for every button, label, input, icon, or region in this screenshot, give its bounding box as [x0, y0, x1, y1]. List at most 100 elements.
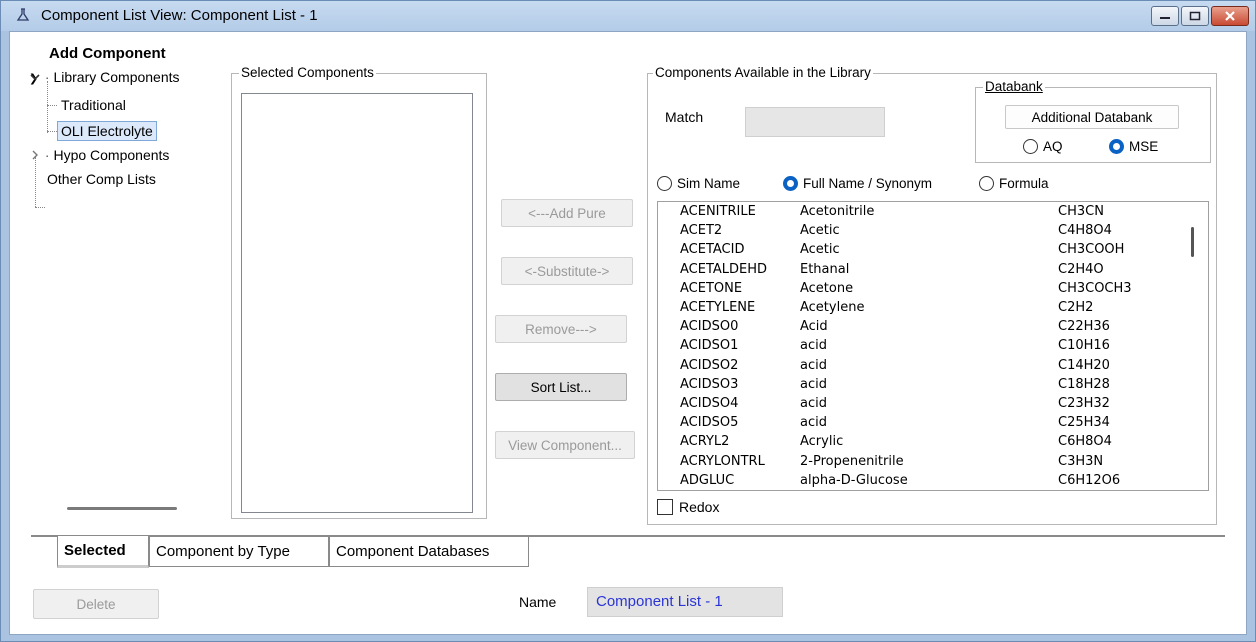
- tree-item-other-comp-lists[interactable]: Other Comp Lists: [47, 169, 156, 189]
- list-item[interactable]: ACRYLONTRL 2-Propenenitrile C3H3N: [658, 452, 1188, 471]
- list-item[interactable]: ACETACID Acetic CH3COOH: [658, 240, 1188, 259]
- list-item[interactable]: ACET2 Acetic C4H8O4: [658, 221, 1188, 240]
- sim-name-label: Sim Name: [677, 176, 741, 191]
- substitute-button[interactable]: <-Substitute->: [501, 257, 633, 285]
- sort-list-button[interactable]: Sort List...: [495, 373, 627, 401]
- radio-off-icon: [979, 176, 994, 191]
- mse-radio-label: MSE: [1129, 139, 1159, 154]
- match-input[interactable]: [745, 107, 885, 137]
- component-name: 2-Propenenitrile: [800, 453, 904, 469]
- tree-item-label: Traditional: [61, 97, 126, 113]
- tab-label: Component Databases: [336, 543, 490, 560]
- component-formula: CH3CN: [1058, 204, 1104, 219]
- component-name: Acetic: [800, 242, 840, 258]
- component-sim: ACETYLENE: [680, 300, 756, 315]
- close-button[interactable]: [1211, 6, 1249, 26]
- list-item[interactable]: ACIDSO1 acid C10H16: [658, 336, 1188, 355]
- component-sim: ACRYLONTRL: [680, 453, 765, 469]
- list-item[interactable]: ACENITRILE Acetonitrile CH3CN: [658, 202, 1188, 221]
- tree-item-hypo-components[interactable]: · Hypo Components: [29, 145, 169, 165]
- minimize-icon: [1160, 17, 1170, 19]
- selected-components-list[interactable]: [241, 93, 473, 513]
- tree-item-oli-electrolyte[interactable]: OLI Electrolyte: [57, 121, 157, 141]
- component-formula: C14H20: [1058, 357, 1110, 373]
- redox-label: Redox: [679, 499, 720, 515]
- tree-item-label: OLI Electrolyte: [61, 123, 153, 139]
- full-name-radio[interactable]: Full Name / Synonym: [783, 176, 932, 191]
- component-sim: ACETACID: [680, 242, 745, 258]
- tab-component-by-type[interactable]: Component by Type: [149, 537, 329, 567]
- chevron-right-icon[interactable]: [29, 149, 41, 161]
- component-formula: CH3COCH3: [1058, 280, 1132, 296]
- maximize-icon: [1189, 11, 1201, 21]
- title-bar[interactable]: Component List View: Component List - 1: [1, 1, 1255, 31]
- tab-label: Component by Type: [156, 543, 290, 560]
- selected-components-legend: Selected Components: [239, 65, 376, 80]
- component-sim: ACIDSO2: [680, 357, 739, 373]
- radio-off-icon: [657, 176, 672, 191]
- component-formula: C6H12O6: [1058, 472, 1121, 488]
- component-name: acid: [800, 415, 827, 431]
- formula-radio[interactable]: Formula: [979, 176, 1049, 191]
- delete-button[interactable]: Delete: [33, 589, 159, 619]
- mse-radio[interactable]: MSE: [1109, 139, 1158, 154]
- component-name: acid: [800, 376, 827, 392]
- component-formula: C10H16: [1058, 338, 1110, 354]
- component-formula: C23H32: [1058, 396, 1110, 411]
- component-name: Ethanal: [800, 261, 850, 277]
- component-list-window: Component List View: Component List - 1 …: [0, 0, 1256, 642]
- horizontal-scrollbar[interactable]: [67, 507, 177, 510]
- component-formula: C18H28: [1058, 376, 1110, 392]
- list-item[interactable]: ACRYL2 Acrylic C6H8O4: [658, 432, 1188, 451]
- name-label: Name: [519, 594, 557, 610]
- maximize-button[interactable]: [1181, 6, 1209, 26]
- tree-item-traditional[interactable]: Traditional: [61, 95, 126, 115]
- component-formula: C25H34: [1058, 415, 1110, 431]
- component-name: acid: [800, 338, 827, 354]
- tree-item-library-row[interactable]: · Library Components: [29, 67, 180, 87]
- tree-item-label: Other Comp Lists: [47, 171, 156, 187]
- component-sim: ADGLUC: [680, 472, 735, 488]
- minimize-button[interactable]: [1151, 6, 1179, 26]
- component-name: acid: [800, 357, 827, 373]
- redox-checkbox[interactable]: Redox: [657, 499, 719, 515]
- list-item[interactable]: ACIDSO5 acid C25H34: [658, 413, 1188, 432]
- tab-label: Selected: [64, 542, 126, 559]
- view-component-button[interactable]: View Component...: [495, 431, 635, 459]
- list-item[interactable]: ACETYLENE Acetylene C2H2: [658, 298, 1188, 317]
- tab-component-databases[interactable]: Component Databases: [329, 537, 529, 567]
- sim-name-radio[interactable]: Sim Name: [657, 176, 740, 191]
- vertical-scrollbar-thumb[interactable]: [1191, 227, 1194, 257]
- name-field[interactable]: Component List - 1: [587, 587, 783, 617]
- add-component-title: Add Component: [49, 45, 166, 62]
- component-name: alpha-D-Glucose: [800, 472, 908, 488]
- add-pure-button[interactable]: <---Add Pure: [501, 199, 633, 227]
- list-item[interactable]: ACIDSO2 acid C14H20: [658, 356, 1188, 375]
- remove-button[interactable]: Remove--->: [495, 315, 627, 343]
- additional-databank-button[interactable]: Additional Databank: [1005, 105, 1179, 129]
- match-label: Match: [665, 109, 704, 125]
- full-name-label: Full Name / Synonym: [803, 176, 933, 191]
- tab-selected[interactable]: Selected: [57, 536, 149, 568]
- component-sim: ACETALDEHD: [680, 261, 768, 277]
- close-icon: [1225, 11, 1235, 21]
- component-formula: C3H3N: [1058, 453, 1104, 469]
- formula-label: Formula: [999, 176, 1049, 191]
- window-title: Component List View: Component List - 1: [41, 7, 318, 24]
- list-item[interactable]: ADGLUC alpha-D-Glucose C6H12O6: [658, 471, 1188, 490]
- list-item[interactable]: ACETONE Acetone CH3COCH3: [658, 279, 1188, 298]
- component-sim: ACIDSO1: [680, 338, 739, 354]
- list-item[interactable]: ACIDSO0 Acid C22H36: [658, 317, 1188, 336]
- list-item[interactable]: ACIDSO4 acid C23H32: [658, 394, 1188, 413]
- component-sim: ACIDSO5: [680, 415, 739, 431]
- component-name: Acetonitrile: [800, 204, 875, 219]
- checkbox-unchecked-icon: [657, 499, 673, 515]
- chevron-down-icon[interactable]: [29, 71, 41, 83]
- list-item[interactable]: ACETALDEHD Ethanal C2H4O: [658, 260, 1188, 279]
- component-formula: C4H8O4: [1058, 223, 1112, 239]
- aq-radio[interactable]: AQ: [1023, 139, 1063, 154]
- list-item[interactable]: ACIDSO3 acid C18H28: [658, 375, 1188, 394]
- component-sim: ACENITRILE: [680, 204, 756, 219]
- component-formula: CH3COOH: [1058, 242, 1125, 258]
- library-component-list[interactable]: ACENITRILE Acetonitrile CH3CN ACET2 Acetic C4…: [657, 201, 1209, 491]
